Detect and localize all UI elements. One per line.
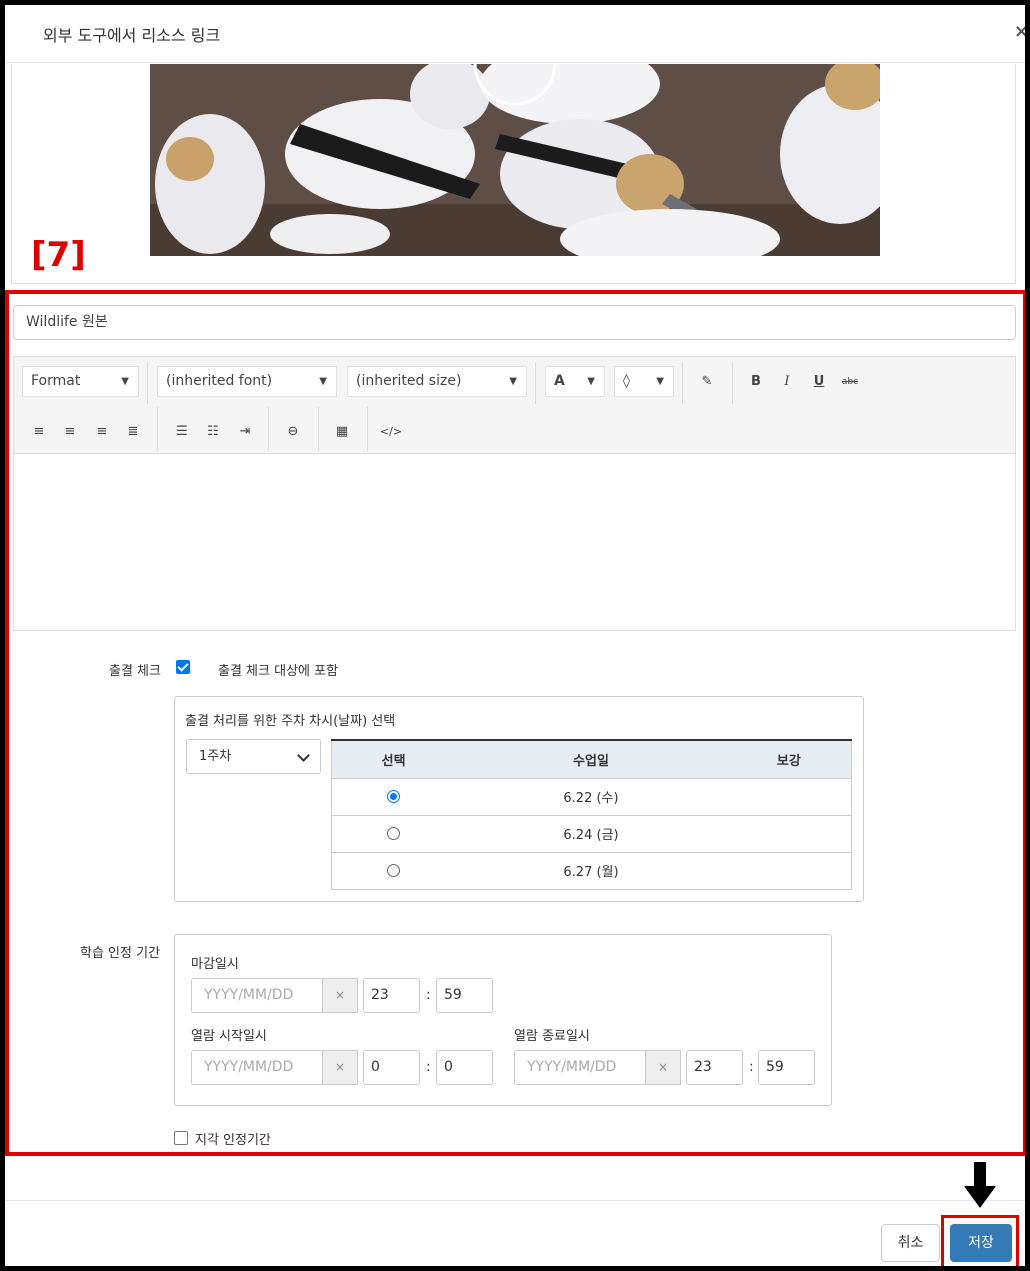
rich-text-editor: Format ▼ (inherited font) ▼ (inherited s… (13, 356, 1016, 631)
format-dropdown[interactable]: Format ▼ (22, 366, 139, 397)
birds-image (150, 64, 880, 256)
video-thumbnail[interactable] (150, 64, 880, 256)
time-colon: : (426, 1059, 431, 1075)
editor-toolbar: Format ▼ (inherited font) ▼ (inherited s… (14, 357, 1015, 454)
column-header: 선택 (331, 739, 456, 779)
format-label: Format (31, 373, 81, 389)
chevron-down-icon (297, 749, 310, 762)
footer-divider (5, 1200, 1025, 1201)
table-icon[interactable]: ▦ (329, 419, 355, 445)
caret-down-icon: ▼ (656, 376, 664, 387)
editor-content-area[interactable] (14, 454, 1015, 630)
session-date: 6.22 (수) (455, 778, 727, 816)
cancel-button[interactable]: 취소 (881, 1224, 940, 1262)
italic-button[interactable]: I (774, 369, 800, 395)
text-color-button[interactable]: A ▼ (545, 366, 605, 397)
time-colon: : (426, 987, 431, 1003)
divider (367, 407, 368, 451)
column-header: 수업일 (455, 739, 727, 779)
eraser-icon[interactable]: ✎ (694, 369, 720, 395)
open-start-hour-input[interactable]: 0 (363, 1050, 420, 1085)
caret-down-icon: ▼ (319, 376, 327, 387)
dialog-title: 외부 도구에서 리소스 링크 (43, 26, 221, 45)
droplet-icon: ◊ (623, 373, 630, 389)
late-period-label: 지각 인정기간 (195, 1133, 271, 1148)
clear-icon[interactable]: × (322, 1050, 358, 1085)
align-center-icon[interactable]: ≡ (57, 419, 83, 445)
indent-icon[interactable]: ⇥ (232, 419, 258, 445)
session-radio[interactable] (387, 790, 401, 803)
divider (318, 407, 319, 451)
divider (157, 407, 158, 451)
table-header-row: 선택 수업일 보강 (331, 739, 852, 779)
session-makeup (726, 852, 852, 890)
attendance-checkbox[interactable] (176, 660, 190, 674)
underline-button[interactable]: U (806, 369, 832, 395)
open-end-minute-input[interactable]: 59 (758, 1050, 815, 1085)
deadline-hour-input[interactable]: 23 (363, 978, 420, 1013)
align-left-icon[interactable]: ≡ (26, 419, 52, 445)
open-end-label: 열람 종료일시 (514, 1029, 590, 1044)
divider (682, 362, 683, 404)
week-selected-value: 1주차 (199, 749, 232, 764)
open-end-hour-input[interactable]: 23 (686, 1050, 743, 1085)
bold-button[interactable]: B (743, 369, 769, 395)
step-marker: [7] (31, 235, 86, 275)
bullet-list-icon[interactable]: ☰ (169, 419, 195, 445)
late-period-checkbox[interactable] (174, 1131, 188, 1145)
font-label: (inherited font) (166, 373, 273, 389)
session-radio[interactable] (387, 827, 401, 840)
week-select[interactable]: 1주차 (186, 739, 321, 774)
link-icon[interactable]: ⊖ (280, 419, 306, 445)
save-button[interactable]: 저장 (950, 1224, 1012, 1262)
session-makeup (726, 778, 852, 816)
caret-down-icon: ▼ (509, 376, 517, 387)
arrow-down-icon (964, 1162, 996, 1208)
divider (147, 362, 148, 404)
size-dropdown[interactable]: (inherited size) ▼ (347, 366, 527, 397)
open-end-date-input[interactable]: YYYY/MM/DD (514, 1050, 646, 1085)
session-table: 선택 수업일 보강 6.22 (수) 6.24 (금) 6.27 (월) (331, 739, 852, 890)
caret-down-icon: ▼ (121, 376, 129, 387)
caret-down-icon: ▼ (587, 376, 595, 387)
table-row[interactable]: 6.22 (수) (331, 778, 852, 816)
text-color-icon: A (554, 373, 565, 389)
time-colon: : (749, 1059, 754, 1075)
dialog-header: 외부 도구에서 리소스 링크 × (5, 5, 1025, 63)
background-color-button[interactable]: ◊ ▼ (614, 366, 674, 397)
strikethrough-button[interactable]: abc (837, 369, 863, 395)
clear-icon[interactable]: × (645, 1050, 681, 1085)
font-dropdown[interactable]: (inherited font) ▼ (157, 366, 337, 397)
align-justify-icon[interactable]: ≣ (120, 419, 146, 445)
numbered-list-icon[interactable]: ☷ (200, 419, 226, 445)
column-header: 보강 (726, 739, 852, 779)
open-start-label: 열람 시작일시 (191, 1029, 267, 1044)
deadline-date-input[interactable]: YYYY/MM/DD (191, 978, 323, 1013)
session-heading: 출결 처리를 위한 주차 차시(날짜) 선택 (185, 714, 396, 729)
dialog: 외부 도구에서 리소스 링크 × [7] Wildlife 원본 Format … (5, 5, 1025, 1266)
close-icon[interactable]: × (1014, 21, 1025, 42)
divider (268, 407, 269, 451)
session-date: 6.27 (월) (455, 852, 727, 890)
deadline-minute-input[interactable]: 59 (436, 978, 493, 1013)
align-right-icon[interactable]: ≡ (89, 419, 115, 445)
clear-icon[interactable]: × (322, 978, 358, 1013)
open-start-minute-input[interactable]: 0 (436, 1050, 493, 1085)
attendance-label: 출결 체크 (109, 664, 161, 679)
table-row[interactable]: 6.24 (금) (331, 815, 852, 853)
study-period-label: 학습 인정 기간 (80, 946, 161, 961)
code-view-button[interactable]: </> (378, 419, 404, 445)
open-start-date-input[interactable]: YYYY/MM/DD (191, 1050, 323, 1085)
session-makeup (726, 815, 852, 853)
divider (535, 362, 536, 404)
session-date: 6.24 (금) (455, 815, 727, 853)
size-label: (inherited size) (356, 373, 462, 389)
table-row[interactable]: 6.27 (월) (331, 852, 852, 890)
resource-title-input[interactable]: Wildlife 원본 (13, 305, 1016, 340)
divider (732, 362, 733, 404)
session-radio[interactable] (387, 864, 401, 877)
attendance-include-label: 출결 체크 대상에 포함 (218, 664, 339, 679)
deadline-label: 마감일시 (191, 957, 239, 972)
